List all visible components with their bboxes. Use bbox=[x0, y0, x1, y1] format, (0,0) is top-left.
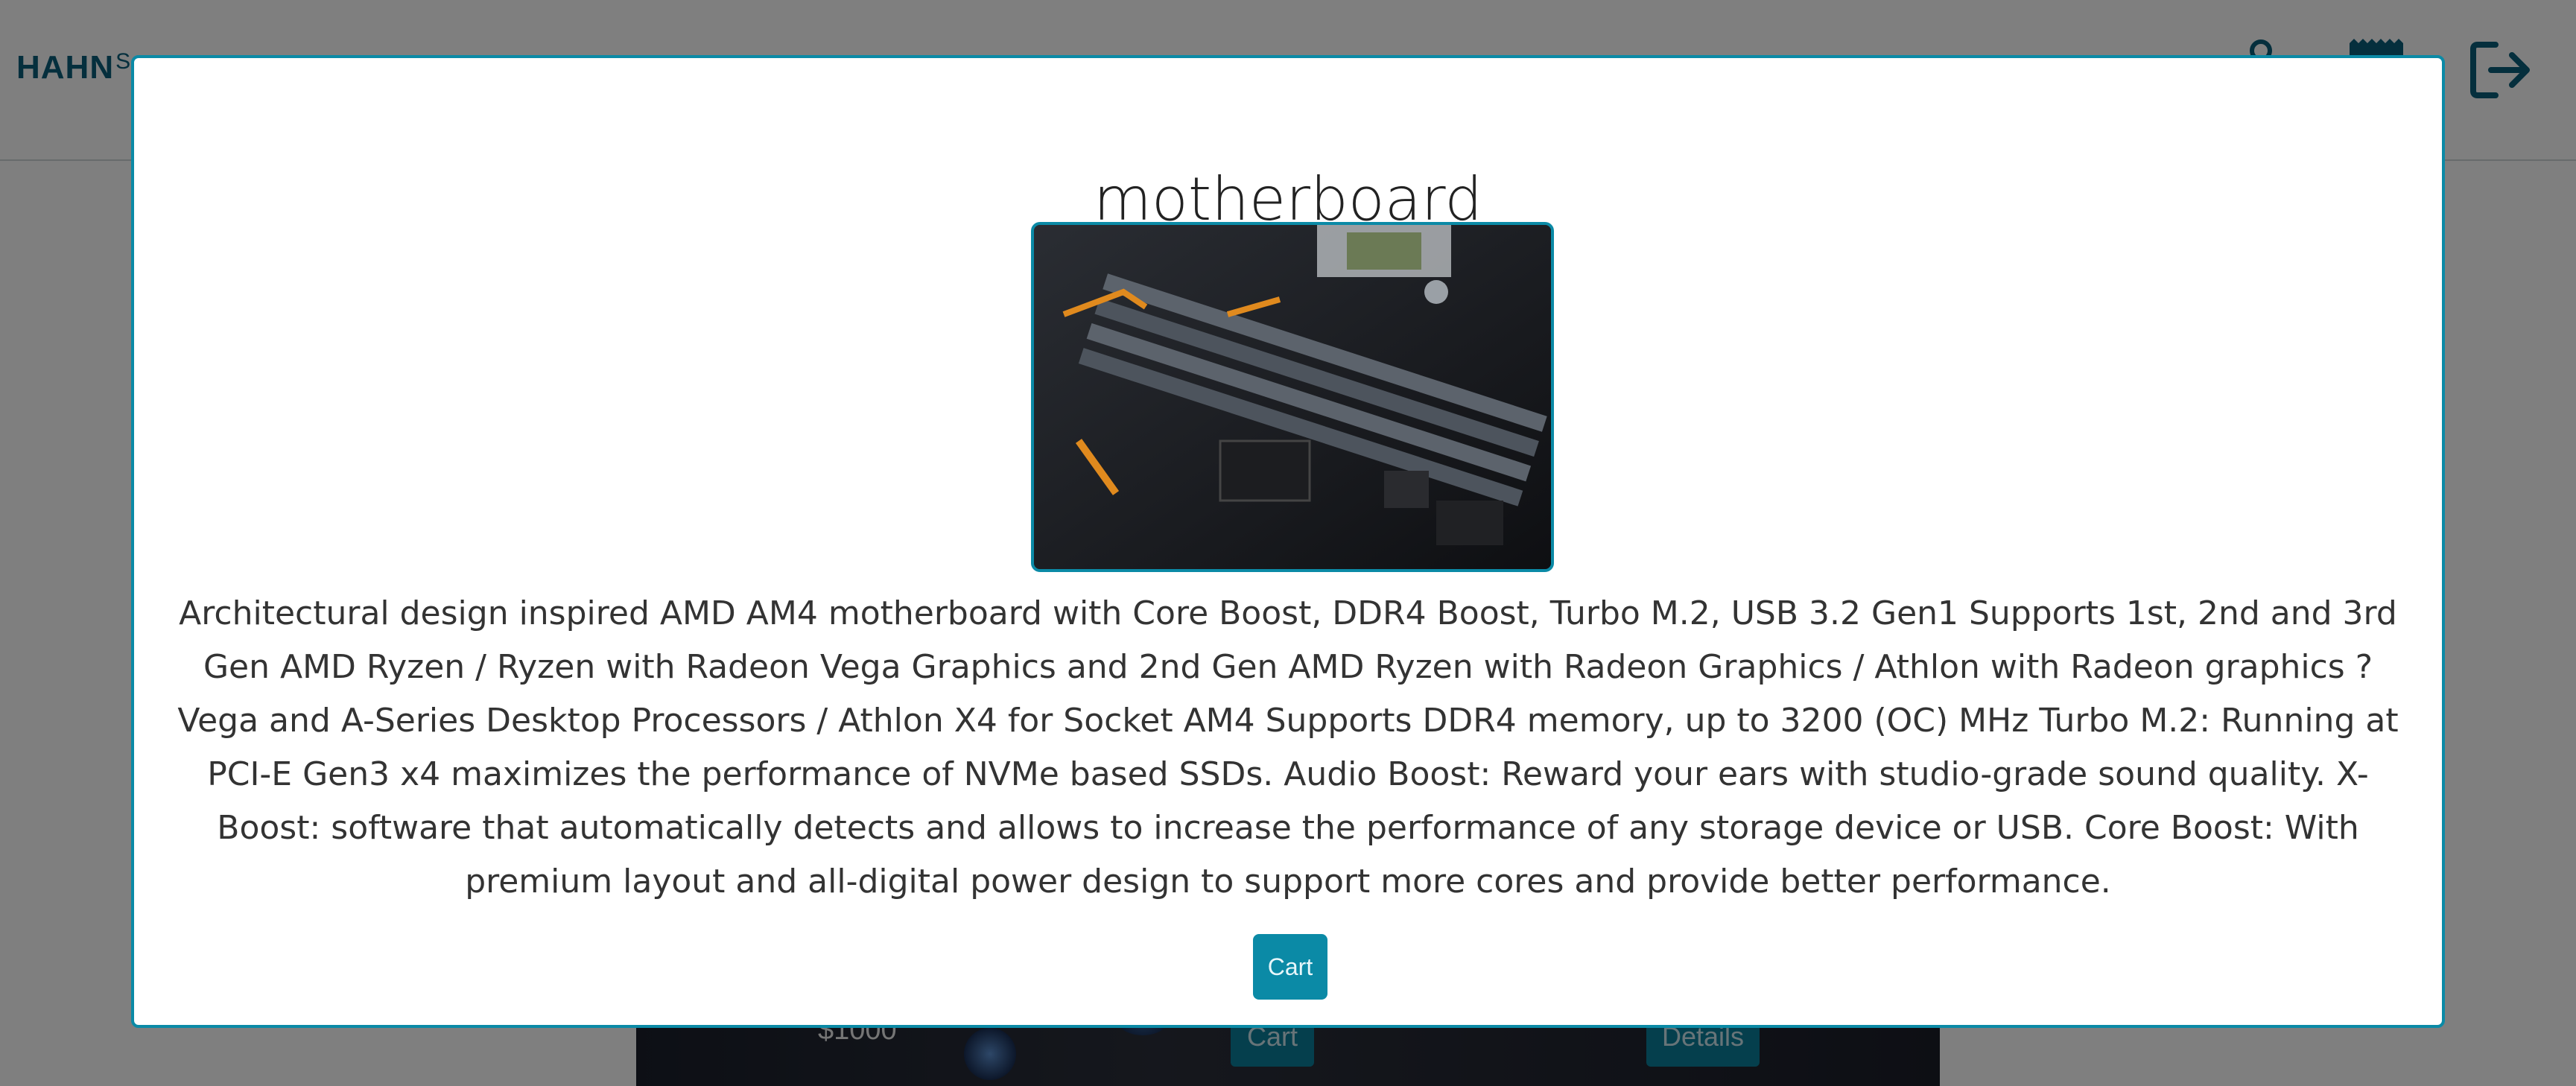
product-description: Architectural design inspired AMD AM4 mo… bbox=[177, 594, 2399, 901]
product-modal: motherboard Architectural design inspire… bbox=[131, 55, 2445, 1028]
add-to-cart-button[interactable]: Cart bbox=[1253, 934, 1327, 1000]
modal-title: motherboard bbox=[1093, 165, 1483, 234]
product-image bbox=[1031, 222, 1554, 572]
motherboard-photo bbox=[1034, 225, 1551, 569]
